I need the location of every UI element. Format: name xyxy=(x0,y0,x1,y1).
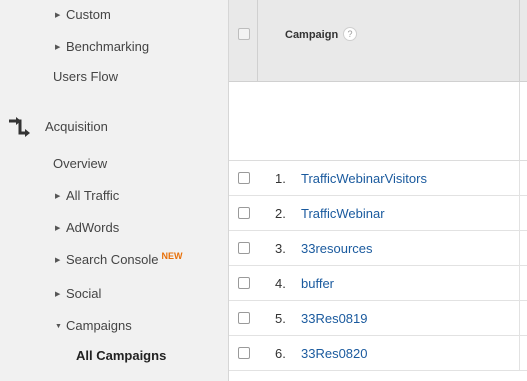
column-divider xyxy=(519,0,527,82)
sidebar-item-label: All Campaigns xyxy=(76,348,167,363)
sidebar-item-campaigns[interactable]: Campaigns xyxy=(55,318,132,333)
row-checkbox[interactable] xyxy=(238,347,250,359)
column-divider xyxy=(519,82,527,161)
sidebar-item-social[interactable]: Social xyxy=(55,286,101,301)
sidebar-item-benchmarking[interactable]: Benchmarking xyxy=(55,39,149,54)
column-divider xyxy=(519,301,527,336)
chevron-right-icon xyxy=(55,223,63,232)
table-row: 5. 33Res0819 xyxy=(229,301,527,336)
sidebar-item-all-campaigns[interactable]: All Campaigns xyxy=(76,348,166,363)
sidebar-item-users-flow[interactable]: Users Flow xyxy=(53,69,118,84)
campaign-link[interactable]: 33Res0819 xyxy=(301,311,368,326)
campaign-table: Campaign ? 1. TrafficWebinarVisitors 2. … xyxy=(229,0,527,381)
new-badge: NEW xyxy=(161,250,183,261)
row-number: 5. xyxy=(275,311,286,326)
chevron-right-icon xyxy=(55,255,63,264)
row-checkbox[interactable] xyxy=(238,242,250,254)
summary-row xyxy=(229,82,527,161)
sidebar-item-label: All Traffic xyxy=(66,188,120,203)
sidebar-item-overview[interactable]: Overview xyxy=(53,156,107,171)
sidebar-item-label: AdWords xyxy=(66,220,120,235)
sidebar-item-label: Social xyxy=(66,286,102,301)
sidebar-item-label: Campaigns xyxy=(66,318,132,333)
sidebar-item-label: Acquisition xyxy=(45,119,108,134)
column-divider xyxy=(519,161,527,196)
select-all-checkbox[interactable] xyxy=(238,28,250,40)
chevron-right-icon xyxy=(55,10,63,19)
table-row: 4. buffer xyxy=(229,266,527,301)
chevron-right-icon xyxy=(55,191,63,200)
column-divider xyxy=(519,336,527,371)
help-icon[interactable]: ? xyxy=(343,27,357,41)
table-row: 6. 33Res0820 xyxy=(229,336,527,371)
sidebar-item-label: Overview xyxy=(53,156,108,171)
row-checkbox[interactable] xyxy=(238,172,250,184)
sidebar-item-label: Users Flow xyxy=(53,69,119,84)
row-number: 1. xyxy=(275,171,286,186)
row-checkbox[interactable] xyxy=(238,277,250,289)
campaign-link[interactable]: 33Res0820 xyxy=(301,346,368,361)
sidebar-item-acquisition[interactable]: Acquisition xyxy=(45,119,108,134)
campaign-link[interactable]: TrafficWebinar xyxy=(301,206,385,221)
sidebar-item-label: Benchmarking xyxy=(66,39,150,54)
column-divider xyxy=(519,266,527,301)
row-number: 6. xyxy=(275,346,286,361)
row-number: 2. xyxy=(275,206,286,221)
sidebar-item-custom[interactable]: Custom xyxy=(55,7,111,22)
campaign-link[interactable]: TrafficWebinarVisitors xyxy=(301,171,427,186)
chevron-right-icon xyxy=(55,289,63,298)
campaign-link[interactable]: 33resources xyxy=(301,241,373,256)
row-checkbox[interactable] xyxy=(238,312,250,324)
sidebar-item-search-console[interactable]: Search Console NEW xyxy=(55,250,183,268)
sidebar-nav: Custom Benchmarking Users Flow Acquisiti… xyxy=(0,0,229,381)
sidebar-item-adwords[interactable]: AdWords xyxy=(55,220,119,235)
row-number: 4. xyxy=(275,276,286,291)
sidebar-item-all-traffic[interactable]: All Traffic xyxy=(55,188,119,203)
column-divider xyxy=(519,231,527,266)
table-row: 1. TrafficWebinarVisitors xyxy=(229,161,527,196)
chevron-right-icon xyxy=(55,42,63,51)
column-header-campaign[interactable]: Campaign xyxy=(285,29,338,41)
campaign-link[interactable]: buffer xyxy=(301,276,334,291)
header-checkbox-column xyxy=(229,0,258,82)
column-divider xyxy=(519,196,527,231)
row-checkbox[interactable] xyxy=(238,207,250,219)
chevron-down-icon xyxy=(55,321,63,330)
table-row: 2. TrafficWebinar xyxy=(229,196,527,231)
acquisition-icon xyxy=(9,117,30,137)
sidebar-item-label: Search Console xyxy=(66,252,159,267)
row-number: 3. xyxy=(275,241,286,256)
table-row: 3. 33resources xyxy=(229,231,527,266)
sidebar-item-label: Custom xyxy=(66,7,111,22)
table-header: Campaign ? xyxy=(229,0,527,82)
